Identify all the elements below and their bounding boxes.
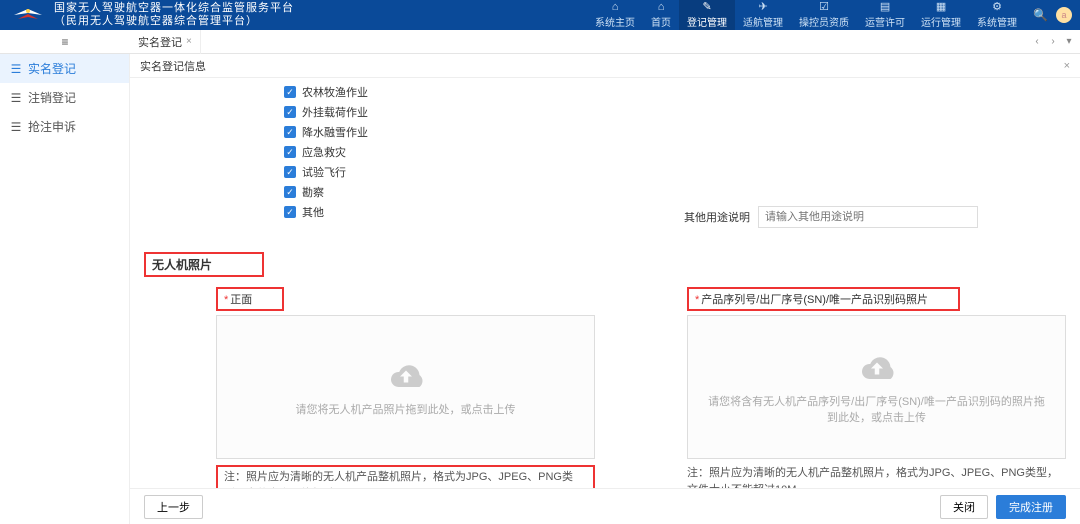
prev-button[interactable]: 上一步 (144, 495, 203, 519)
doc-icon: ▤ (880, 2, 890, 13)
checkbox-row[interactable]: ✓试验飞行 (284, 164, 1066, 180)
purpose-checkbox-group: ✓农林牧渔作业 ✓外挂载荷作业 ✓降水融雪作业 ✓应急救灾 ✓试验飞行 ✓勘察 … (284, 84, 1066, 220)
nav-airworthiness[interactable]: ✈适航管理 (735, 0, 791, 30)
submit-button[interactable]: 完成注册 (996, 495, 1066, 519)
upload-serial-note: 注：照片应为清晰的无人机产品整机照片，格式为JPG、JPEG、PNG类型，文件大… (687, 465, 1066, 488)
checkbox-row[interactable]: ✓农林牧渔作业 (284, 84, 1066, 100)
other-use-input[interactable] (758, 206, 978, 228)
tab-prev[interactable]: ‹ (1030, 36, 1044, 47)
grid-icon: ▦ (936, 2, 946, 13)
plane-icon: ✈ (758, 2, 767, 13)
other-use-row: 其他用途说明 (684, 206, 1066, 228)
nav-operation[interactable]: ▦运行管理 (913, 0, 969, 30)
home-icon: ⌂ (612, 2, 619, 13)
nav-home[interactable]: ⌂系统主页 (587, 0, 643, 30)
shield-icon: ☑ (819, 2, 829, 13)
upload-front-note: 注：照片应为清晰的无人机产品整机照片，格式为JPG、JPEG、PNG类型，文件大… (216, 465, 595, 488)
checkbox-checked-icon: ✓ (284, 146, 296, 158)
nav-system[interactable]: ⚙系统管理 (969, 0, 1025, 30)
checkbox-checked-icon: ✓ (284, 166, 296, 178)
upload-front: *正面 请您将无人机产品照片拖到此处，或点击上传 注：照片应为清晰的无人机产品整… (144, 287, 595, 488)
checkbox-row[interactable]: ✓降水融雪作业 (284, 124, 1066, 140)
upload-serial: *产品序列号/出厂序号(SN)/唯一产品识别码照片 请您将含有无人机产品序列号/… (615, 287, 1066, 488)
nav-index[interactable]: ⌂首页 (643, 0, 679, 30)
panel-title-row: 实名登记信息 × (130, 54, 1080, 78)
tab-controls: ‹ › ▾ (1030, 36, 1080, 47)
sidebar-item-realname[interactable]: ☰实名登记 (0, 54, 129, 83)
close-button[interactable]: 关闭 (940, 495, 988, 519)
upload-front-dropzone[interactable]: 请您将无人机产品照片拖到此处，或点击上传 (216, 315, 595, 459)
checkbox-checked-icon: ✓ (284, 86, 296, 98)
nav-registration[interactable]: ✎登记管理 (679, 0, 735, 30)
list-icon: ☰ (10, 91, 22, 105)
tab-realname[interactable]: 实名登记 × (130, 30, 201, 54)
form-footer: 上一步 关闭 完成注册 (130, 488, 1080, 524)
checkbox-row[interactable]: ✓勘察 (284, 184, 1066, 200)
gear-icon: ⚙ (992, 2, 1002, 13)
sidebar-toggle[interactable]: ≡ (0, 35, 130, 49)
section-photo-title: 无人机照片 (144, 252, 264, 277)
other-use-label: 其他用途说明 (684, 209, 750, 225)
header-right: 🔍 a (1033, 7, 1072, 23)
checkbox-checked-icon: ✓ (284, 206, 296, 218)
close-icon[interactable]: × (186, 36, 192, 47)
tab-strip: ≡ 实名登记 × ‹ › ▾ (0, 30, 1080, 54)
app-header: 国家无人驾驶航空器一体化综合监管服务平台 （民用无人驾驶航空器综合管理平台） ⌂… (0, 0, 1080, 30)
logo-icon (8, 5, 48, 25)
close-icon[interactable]: × (1064, 60, 1070, 72)
app-title: 国家无人驾驶航空器一体化综合监管服务平台 （民用无人驾驶航空器综合管理平台） (54, 2, 294, 28)
checkbox-checked-icon: ✓ (284, 106, 296, 118)
top-nav: ⌂系统主页 ⌂首页 ✎登记管理 ✈适航管理 ☑操控员资质 ▤运营许可 ▦运行管理… (587, 0, 1025, 30)
sidebar-item-deregister[interactable]: ☰注销登记 (0, 83, 129, 112)
upload-serial-label: *产品序列号/出厂序号(SN)/唯一产品识别码照片 (687, 287, 960, 311)
sidebar-item-appeal[interactable]: ☰抢注申诉 (0, 112, 129, 141)
cloud-upload-icon (852, 349, 902, 385)
home-icon: ⌂ (658, 2, 665, 13)
edit-icon: ✎ (702, 2, 711, 13)
list-icon: ☰ (10, 62, 22, 76)
checkbox-row[interactable]: ✓应急救灾 (284, 144, 1066, 160)
sidebar: ☰实名登记 ☰注销登记 ☰抢注申诉 (0, 54, 130, 524)
avatar[interactable]: a (1056, 7, 1072, 23)
list-icon: ☰ (10, 120, 22, 134)
panel-title: 实名登记信息 (140, 58, 206, 74)
cloud-upload-icon (381, 357, 431, 393)
nav-operator[interactable]: ☑操控员资质 (791, 0, 857, 30)
checkbox-checked-icon: ✓ (284, 186, 296, 198)
nav-license[interactable]: ▤运营许可 (857, 0, 913, 30)
main-panel: 实名登记信息 × ✓农林牧渔作业 ✓外挂载荷作业 ✓降水融雪作业 ✓应急救灾 ✓… (130, 54, 1080, 524)
tab-next[interactable]: › (1046, 36, 1060, 47)
checkbox-row[interactable]: ✓外挂载荷作业 (284, 104, 1066, 120)
checkbox-checked-icon: ✓ (284, 126, 296, 138)
upload-serial-dropzone[interactable]: 请您将含有无人机产品序列号/出厂序号(SN)/唯一产品识别码的照片拖到此处，或点… (687, 315, 1066, 459)
upload-front-label: *正面 (216, 287, 284, 311)
tab-menu[interactable]: ▾ (1062, 36, 1076, 47)
search-icon[interactable]: 🔍 (1033, 8, 1048, 22)
